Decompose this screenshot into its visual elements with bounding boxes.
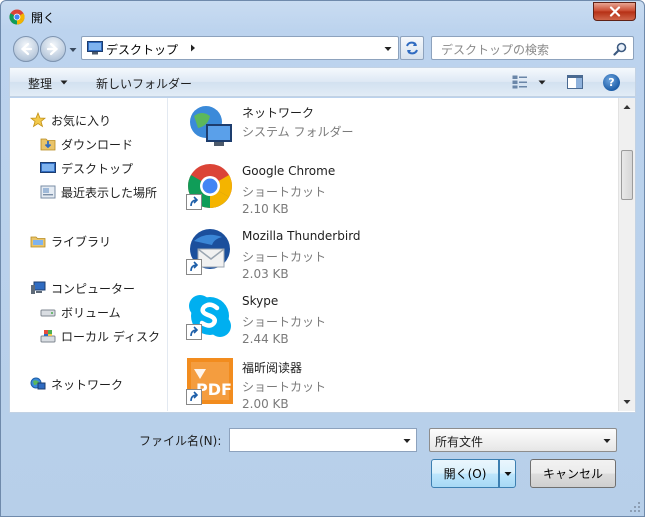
sidebar-item-label: 最近表示した場所 <box>61 185 158 200</box>
computer-icon <box>31 281 46 294</box>
recent-places-icon <box>40 185 56 199</box>
chevron-down-icon[interactable] <box>603 438 611 444</box>
file-size: 2.00 KB <box>242 397 289 411</box>
sidebar-item-local-disk[interactable]: ローカル ディスク <box>40 326 160 346</box>
drive-icon <box>40 309 56 317</box>
download-folder-icon <box>40 138 56 151</box>
address-location: デスクトップ <box>106 43 179 57</box>
command-bar: 整理 新しいフォルダー ? <box>9 67 636 97</box>
preview-pane-icon[interactable] <box>567 75 583 89</box>
sidebar-item-label: ネットワーク <box>51 377 124 392</box>
arrow-right-icon <box>46 42 59 56</box>
navigation-pane: お気に入り ダウンロード デスクトップ 最近表示した場所 ライブラリ コンピュー… <box>10 98 168 411</box>
file-size: 2.10 KB <box>242 202 289 216</box>
library-icon <box>30 236 46 248</box>
refresh-button[interactable] <box>400 36 424 60</box>
file-name: Google Chrome <box>242 164 336 178</box>
file-name: 福昕阅读器 <box>242 361 303 375</box>
close-icon <box>609 6 620 17</box>
close-button[interactable] <box>593 2 636 21</box>
sidebar-item-computer[interactable]: コンピューター <box>30 278 135 298</box>
cancel-button[interactable]: キャンセル <box>530 459 616 488</box>
filename-field[interactable] <box>229 428 417 452</box>
recent-pages-dropdown-icon[interactable] <box>69 46 77 54</box>
sidebar-item-label: お気に入り <box>51 113 112 128</box>
chrome-icon <box>9 9 25 25</box>
new-folder-button[interactable]: 新しいフォルダー <box>96 75 192 92</box>
file-type-filter-value: 所有文件 <box>435 435 484 449</box>
refresh-icon <box>406 41 418 55</box>
chevron-right-icon[interactable] <box>190 44 196 52</box>
open-button[interactable]: 開く(O) <box>431 459 499 488</box>
file-type: ショートカット <box>242 380 327 394</box>
sidebar-item-volume[interactable]: ボリューム <box>40 302 121 322</box>
desktop-icon <box>87 41 103 55</box>
sidebar-item-label: コンピューター <box>51 281 136 296</box>
title-bar: 開く <box>1 1 644 31</box>
file-item-mozilla-thunderbird[interactable]: Mozilla Thunderbird ショートカット 2.03 KB <box>186 227 606 287</box>
file-list: ネットワーク システム フォルダー Google Chrome ショートカット … <box>180 98 620 411</box>
scroll-down-icon[interactable] <box>623 399 631 405</box>
content-area: お気に入り ダウンロード デスクトップ 最近表示した場所 ライブラリ コンピュー… <box>9 98 636 413</box>
forward-button[interactable] <box>40 36 66 62</box>
shortcut-arrow-icon <box>186 259 202 275</box>
sidebar-item-downloads[interactable]: ダウンロード <box>40 134 133 154</box>
filename-label: ファイル名(N): <box>139 434 222 448</box>
file-name: ネットワーク <box>242 106 315 120</box>
file-type: ショートカット <box>242 250 327 264</box>
chevron-down-icon <box>504 471 511 476</box>
help-icon[interactable]: ? <box>603 74 620 91</box>
local-disk-icon <box>40 330 56 343</box>
desktop-icon <box>40 162 56 173</box>
search-placeholder: デスクトップの検索 <box>441 43 550 57</box>
file-type-filter-select[interactable]: 所有文件 <box>429 428 617 452</box>
file-type: ショートカット <box>242 185 327 199</box>
scrollbar-thumb[interactable] <box>621 150 633 200</box>
sidebar-item-recent-places[interactable]: 最近表示した場所 <box>40 182 157 202</box>
file-item-foxit-reader[interactable]: PDF 福昕阅读器 ショートカット 2.00 KB <box>186 357 606 417</box>
arrow-left-icon <box>20 42 33 56</box>
file-item-google-chrome[interactable]: Google Chrome ショートカット 2.10 KB <box>186 162 606 222</box>
sidebar-item-libraries[interactable]: ライブラリ <box>30 231 111 251</box>
chevron-down-icon[interactable] <box>60 80 68 85</box>
sidebar-item-label: デスクトップ <box>61 161 134 176</box>
address-bar[interactable]: デスクトップ <box>81 36 399 60</box>
resize-grip-icon[interactable] <box>629 501 641 513</box>
file-item-skype[interactable]: Skype ショートカット 2.44 KB <box>186 292 606 352</box>
file-size: 2.03 KB <box>242 267 289 281</box>
sidebar-item-label: ボリューム <box>61 305 121 320</box>
back-button[interactable] <box>13 36 39 62</box>
window-title: 開く <box>31 11 56 25</box>
file-name: Mozilla Thunderbird <box>242 229 361 243</box>
scroll-up-icon[interactable] <box>623 104 631 110</box>
open-file-dialog: 開く デスクトップ デスクトップの検索 整理 新しいフォルダー ? お気に入り … <box>0 0 645 517</box>
file-type: ショートカット <box>242 315 327 329</box>
shortcut-arrow-icon <box>186 324 202 340</box>
sidebar-item-desktop[interactable]: デスクトップ <box>40 158 133 178</box>
sidebar-item-label: ダウンロード <box>61 137 134 152</box>
sidebar-item-network[interactable]: ネットワーク <box>30 374 123 394</box>
network-icon <box>30 377 46 390</box>
sidebar-item-label: ライブラリ <box>51 234 112 249</box>
sidebar-item-label: ローカル ディスク <box>61 329 160 344</box>
organize-button[interactable]: 整理 <box>28 75 52 92</box>
open-options-dropdown[interactable] <box>499 459 516 488</box>
file-size: 2.44 KB <box>242 332 289 346</box>
sidebar-item-favorites[interactable]: お気に入り <box>30 110 111 130</box>
file-type: システム フォルダー <box>242 125 354 139</box>
chevron-down-icon[interactable] <box>384 46 392 52</box>
file-name: Skype <box>242 294 279 308</box>
vertical-scrollbar[interactable] <box>618 98 635 411</box>
star-icon <box>30 112 46 128</box>
chevron-down-icon[interactable] <box>403 438 411 444</box>
chevron-down-icon[interactable] <box>538 80 546 85</box>
shortcut-arrow-icon <box>186 194 202 210</box>
shortcut-arrow-icon <box>186 389 202 405</box>
view-options-icon[interactable] <box>512 75 528 89</box>
search-icon[interactable] <box>613 42 627 56</box>
network-globe-icon <box>190 106 232 146</box>
file-item-network[interactable]: ネットワーク システム フォルダー <box>186 102 606 162</box>
search-input[interactable]: デスクトップの検索 <box>431 36 634 60</box>
